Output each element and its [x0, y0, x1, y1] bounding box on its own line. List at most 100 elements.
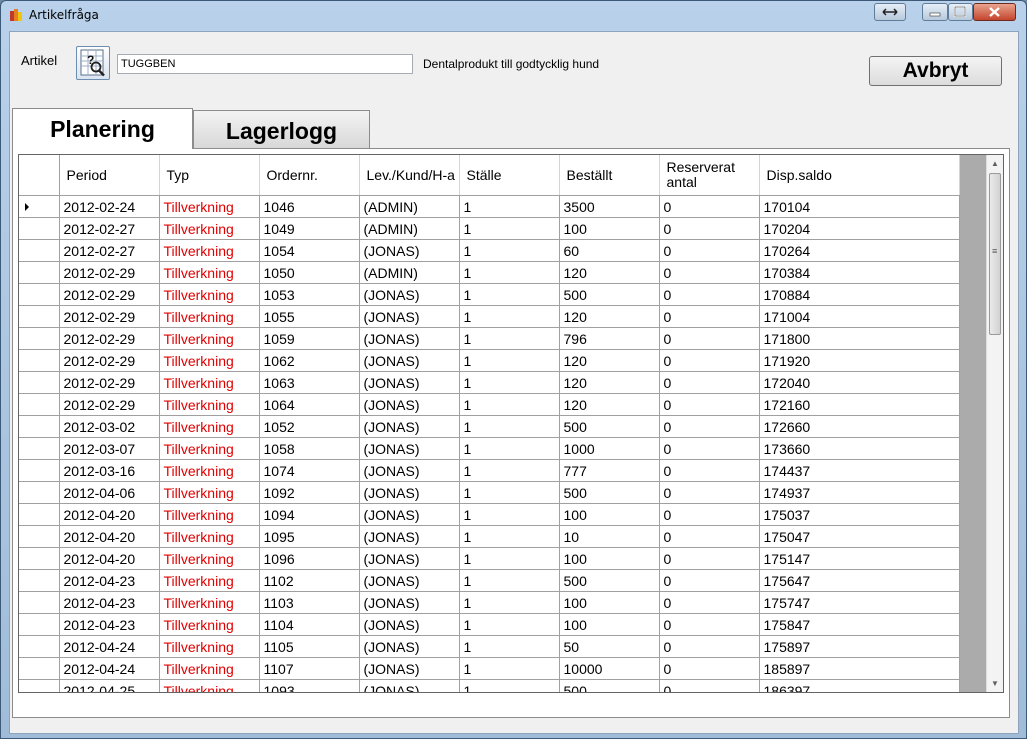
- cell-period[interactable]: 2012-02-29: [59, 327, 160, 350]
- cell-typ[interactable]: Tillverkning: [159, 481, 260, 504]
- cell-bestallt[interactable]: 100: [559, 503, 660, 526]
- article-input[interactable]: [117, 54, 413, 74]
- cell-ordernr[interactable]: 1093: [259, 679, 360, 692]
- cell-bestallt[interactable]: 777: [559, 459, 660, 482]
- cell-bestallt[interactable]: 500: [559, 569, 660, 592]
- cell-lev-kund[interactable]: (JONAS): [359, 437, 460, 460]
- table-row[interactable]: 2012-02-29 Tillverkning 1059 (JONAS) 1 796 0 17…: [19, 327, 960, 350]
- cell-stalle[interactable]: 1: [459, 393, 560, 416]
- row-header[interactable]: [19, 525, 60, 548]
- cell-stalle[interactable]: 1: [459, 305, 560, 328]
- cell-ordernr[interactable]: 1054: [259, 239, 360, 262]
- cell-typ[interactable]: Tillverkning: [159, 239, 260, 262]
- cell-lev-kund[interactable]: (JONAS): [359, 569, 460, 592]
- column-header-disp-saldo[interactable]: Disp.saldo: [759, 155, 960, 196]
- scroll-up-arrow-icon[interactable]: ▲: [987, 155, 1003, 172]
- cell-disp-saldo[interactable]: 173660: [759, 437, 960, 460]
- table-row[interactable]: 2012-03-02 Tillverkning 1052 (JONAS) 1 500 0 17…: [19, 415, 960, 438]
- row-header[interactable]: [19, 349, 60, 372]
- cell-reserverat[interactable]: 0: [659, 481, 760, 504]
- cell-reserverat[interactable]: 0: [659, 261, 760, 284]
- cell-period[interactable]: 2012-02-29: [59, 371, 160, 394]
- row-header[interactable]: [19, 459, 60, 482]
- row-header[interactable]: [19, 261, 60, 284]
- cell-reserverat[interactable]: 0: [659, 635, 760, 658]
- tab-lagerlogg[interactable]: Lagerlogg: [193, 110, 370, 148]
- cell-reserverat[interactable]: 0: [659, 415, 760, 438]
- cell-bestallt[interactable]: 796: [559, 327, 660, 350]
- cell-typ[interactable]: Tillverkning: [159, 459, 260, 482]
- column-header-stalle[interactable]: Ställe: [459, 155, 560, 196]
- cell-ordernr[interactable]: 1092: [259, 481, 360, 504]
- cell-stalle[interactable]: 1: [459, 635, 560, 658]
- minimize-button[interactable]: [922, 3, 948, 21]
- cell-period[interactable]: 2012-03-07: [59, 437, 160, 460]
- cell-reserverat[interactable]: 0: [659, 591, 760, 614]
- cell-typ[interactable]: Tillverkning: [159, 547, 260, 570]
- cell-bestallt[interactable]: 120: [559, 305, 660, 328]
- cell-period[interactable]: 2012-04-06: [59, 481, 160, 504]
- row-header[interactable]: [19, 591, 60, 614]
- cell-reserverat[interactable]: 0: [659, 569, 760, 592]
- cell-ordernr[interactable]: 1105: [259, 635, 360, 658]
- row-header[interactable]: [19, 657, 60, 680]
- cell-bestallt[interactable]: 3500: [559, 195, 660, 218]
- cell-reserverat[interactable]: 0: [659, 195, 760, 218]
- cell-reserverat[interactable]: 0: [659, 393, 760, 416]
- cell-ordernr[interactable]: 1063: [259, 371, 360, 394]
- cell-bestallt[interactable]: 10000: [559, 657, 660, 680]
- cell-reserverat[interactable]: 0: [659, 613, 760, 636]
- cell-stalle[interactable]: 1: [459, 239, 560, 262]
- row-header[interactable]: [19, 327, 60, 350]
- table-row[interactable]: 2012-02-29 Tillverkning 1055 (JONAS) 1 120 0 17…: [19, 305, 960, 328]
- cell-typ[interactable]: Tillverkning: [159, 613, 260, 636]
- cell-stalle[interactable]: 1: [459, 657, 560, 680]
- cell-lev-kund[interactable]: (JONAS): [359, 679, 460, 692]
- cell-reserverat[interactable]: 0: [659, 239, 760, 262]
- cell-period[interactable]: 2012-03-16: [59, 459, 160, 482]
- cell-bestallt[interactable]: 60: [559, 239, 660, 262]
- table-row[interactable]: 2012-02-29 Tillverkning 1062 (JONAS) 1 120 0 17…: [19, 349, 960, 372]
- cell-lev-kund[interactable]: (JONAS): [359, 305, 460, 328]
- cell-reserverat[interactable]: 0: [659, 657, 760, 680]
- column-header-period[interactable]: Period: [59, 155, 160, 196]
- cell-reserverat[interactable]: 0: [659, 679, 760, 692]
- cell-typ[interactable]: Tillverkning: [159, 371, 260, 394]
- cell-disp-saldo[interactable]: 175847: [759, 613, 960, 636]
- cell-period[interactable]: 2012-04-24: [59, 657, 160, 680]
- cell-typ[interactable]: Tillverkning: [159, 393, 260, 416]
- cell-lev-kund[interactable]: (JONAS): [359, 525, 460, 548]
- table-row[interactable]: 2012-03-16 Tillverkning 1074 (JONAS) 1 777 0 17…: [19, 459, 960, 482]
- column-header-lev-kund[interactable]: Lev./Kund/H-a: [359, 155, 460, 196]
- cell-ordernr[interactable]: 1062: [259, 349, 360, 372]
- cell-lev-kund[interactable]: (JONAS): [359, 283, 460, 306]
- resize-button[interactable]: [874, 3, 906, 21]
- cell-ordernr[interactable]: 1103: [259, 591, 360, 614]
- row-header[interactable]: [19, 481, 60, 504]
- cell-typ[interactable]: Tillverkning: [159, 437, 260, 460]
- cell-stalle[interactable]: 1: [459, 283, 560, 306]
- cell-ordernr[interactable]: 1107: [259, 657, 360, 680]
- cell-stalle[interactable]: 1: [459, 217, 560, 240]
- cell-bestallt[interactable]: 120: [559, 261, 660, 284]
- cell-period[interactable]: 2012-02-29: [59, 283, 160, 306]
- cell-typ[interactable]: Tillverkning: [159, 415, 260, 438]
- row-header[interactable]: [19, 503, 60, 526]
- article-lookup-button[interactable]: ?: [76, 46, 110, 80]
- cell-ordernr[interactable]: 1096: [259, 547, 360, 570]
- cell-disp-saldo[interactable]: 171920: [759, 349, 960, 372]
- cell-disp-saldo[interactable]: 170104: [759, 195, 960, 218]
- cell-reserverat[interactable]: 0: [659, 503, 760, 526]
- cell-bestallt[interactable]: 120: [559, 371, 660, 394]
- table-row[interactable]: 2012-02-29 Tillverkning 1064 (JONAS) 1 120 0 17…: [19, 393, 960, 416]
- cell-disp-saldo[interactable]: 170204: [759, 217, 960, 240]
- cell-bestallt[interactable]: 50: [559, 635, 660, 658]
- cell-stalle[interactable]: 1: [459, 437, 560, 460]
- cell-lev-kund[interactable]: (JONAS): [359, 613, 460, 636]
- cell-ordernr[interactable]: 1095: [259, 525, 360, 548]
- cell-ordernr[interactable]: 1052: [259, 415, 360, 438]
- cell-lev-kund[interactable]: (JONAS): [359, 481, 460, 504]
- cell-bestallt[interactable]: 120: [559, 393, 660, 416]
- cell-period[interactable]: 2012-02-27: [59, 239, 160, 262]
- cell-ordernr[interactable]: 1046: [259, 195, 360, 218]
